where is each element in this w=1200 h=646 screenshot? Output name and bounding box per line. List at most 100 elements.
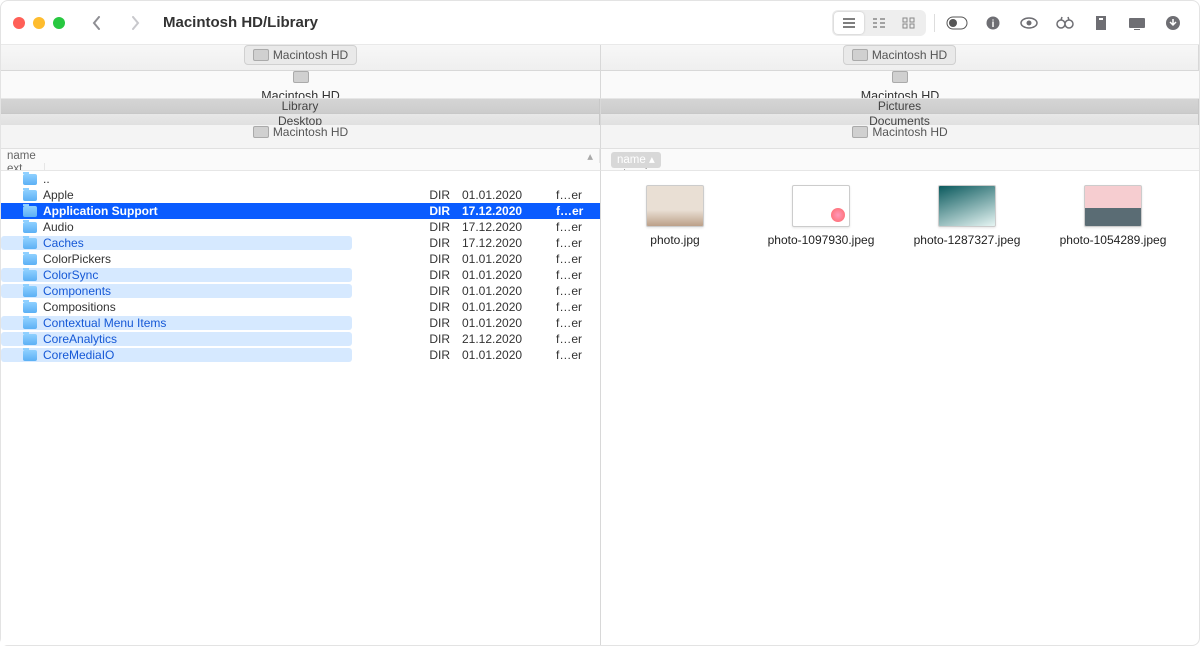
grid-item-label: photo-1287327.jpeg bbox=[914, 233, 1021, 247]
binoculars-icon[interactable] bbox=[1051, 12, 1079, 34]
thumbnail bbox=[938, 185, 996, 227]
view-icons-icon[interactable] bbox=[894, 12, 924, 34]
file-size: DIR bbox=[396, 188, 456, 202]
grid-item[interactable]: photo-1097930.jpeg bbox=[761, 185, 881, 247]
view-list-icon[interactable] bbox=[834, 12, 864, 34]
zoom-window-button[interactable] bbox=[53, 17, 65, 29]
file-row[interactable]: ColorPickersDIR01.01.2020f…er bbox=[1, 251, 600, 267]
drive-rows: Macintosh HD ⌄ 39,58 GB of 121,12 GB fre… bbox=[1, 71, 1199, 99]
file-name: Apple bbox=[43, 188, 74, 202]
location-tab[interactable]: Macintosh HD bbox=[244, 45, 357, 65]
file-kind: f…er bbox=[550, 268, 600, 282]
file-name: Audio bbox=[43, 220, 74, 234]
pane-right: photo.jpg photo-1097930.jpeg photo-1287327… bbox=[601, 171, 1199, 645]
file-kind: f…er bbox=[550, 220, 600, 234]
file-row[interactable]: ComponentsDIR01.01.2020f…er bbox=[1, 283, 600, 299]
grid-item-label: photo-1097930.jpeg bbox=[768, 233, 875, 247]
file-row[interactable]: AppleDIR01.01.2020f…er bbox=[1, 187, 600, 203]
breadcrumb-item[interactable]: Macintosh HD bbox=[253, 125, 348, 139]
file-list[interactable]: ..AppleDIR01.01.2020f…erApplication Supp… bbox=[1, 171, 600, 645]
view-mode-segmented bbox=[832, 10, 926, 36]
terminal-icon[interactable] bbox=[1123, 12, 1151, 34]
col-name[interactable]: name ▴ bbox=[601, 149, 1199, 168]
folder-icon bbox=[23, 286, 37, 297]
file-name: CoreAnalytics bbox=[43, 332, 117, 346]
folder-icon bbox=[23, 254, 37, 265]
hd-icon bbox=[852, 49, 868, 61]
pane-tab[interactable]: Library bbox=[1, 99, 600, 114]
breadcrumb-label: Macintosh HD bbox=[273, 125, 348, 139]
app-window: Macintosh HD/Library i Macintosh HDNetwo… bbox=[0, 0, 1200, 646]
file-size: DIR bbox=[396, 284, 456, 298]
file-row[interactable]: AudioDIR17.12.2020f…er bbox=[1, 219, 600, 235]
drive-name[interactable]: Macintosh HD bbox=[861, 89, 940, 99]
drive-row-right: Macintosh HD ⌄ 39,58 GB of 121,12 GB fre… bbox=[601, 71, 1199, 99]
file-row[interactable]: CachesDIR17.12.2020f…er bbox=[1, 235, 600, 251]
location-tab[interactable]: Macintosh HD bbox=[843, 45, 956, 65]
close-window-button[interactable] bbox=[13, 17, 25, 29]
file-size: DIR bbox=[396, 348, 456, 362]
file-row[interactable]: Contextual Menu ItemsDIR01.01.2020f…er bbox=[1, 315, 600, 331]
download-icon[interactable] bbox=[1159, 12, 1187, 34]
file-row[interactable]: .. bbox=[1, 171, 600, 187]
pane-tab[interactable]: Documents bbox=[601, 114, 1199, 125]
breadcrumb-right: Macintosh HD›Users›dimtrunov›Pictures≡★ bbox=[601, 125, 1199, 149]
file-row[interactable]: CoreAnalytics DIR21.12.2020f…er bbox=[1, 331, 600, 347]
file-name: .. bbox=[43, 172, 50, 186]
folder-icon bbox=[23, 318, 37, 329]
pane-tab[interactable]: Desktop bbox=[1, 114, 600, 125]
file-modified: 21.12.2020 bbox=[456, 332, 550, 346]
drive-name[interactable]: Macintosh HD bbox=[261, 89, 340, 99]
file-modified: 01.01.2020 bbox=[456, 268, 550, 282]
archive-icon[interactable] bbox=[1087, 12, 1115, 34]
view-columns-icon[interactable] bbox=[864, 12, 894, 34]
folder-icon bbox=[23, 190, 37, 201]
drive-row-left: Macintosh HD ⌄ 39,58 GB of 121,12 GB fre… bbox=[1, 71, 601, 99]
file-size: DIR bbox=[396, 220, 456, 234]
hd-icon bbox=[852, 126, 868, 138]
hd-icon bbox=[293, 71, 309, 83]
grid-item[interactable]: photo.jpg bbox=[615, 185, 735, 247]
thumbnail bbox=[1084, 185, 1142, 227]
file-name: ColorSync bbox=[43, 268, 98, 282]
breadcrumb-row: Macintosh HD›Library≡★ Macintosh HD›User… bbox=[1, 125, 1199, 149]
hd-icon bbox=[892, 71, 908, 83]
location-tabs-left: Macintosh HDNetworkProcess Vie bbox=[1, 45, 601, 71]
hd-icon bbox=[253, 49, 269, 61]
file-modified: 01.01.2020 bbox=[456, 348, 550, 362]
file-row[interactable]: CompositionsDIR01.01.2020f…er bbox=[1, 299, 600, 315]
pane-left: ..AppleDIR01.01.2020f…erApplication Supp… bbox=[1, 171, 601, 645]
folder-icon bbox=[23, 206, 37, 217]
col-ext[interactable]: ext bbox=[1, 163, 45, 171]
file-row[interactable]: ColorSync DIR01.01.2020f…er bbox=[1, 267, 600, 283]
file-modified: 01.01.2020 bbox=[456, 252, 550, 266]
file-row[interactable]: CoreMediaIODIR01.01.2020f…er bbox=[1, 347, 600, 363]
thumbnail bbox=[646, 185, 704, 227]
forward-button[interactable] bbox=[121, 9, 149, 37]
file-modified: 01.01.2020 bbox=[456, 188, 550, 202]
grid-item[interactable]: photo-1054289.jpeg bbox=[1053, 185, 1173, 247]
col-name[interactable]: name▴ bbox=[1, 149, 600, 163]
grid-item[interactable]: photo-1287327.jpeg bbox=[907, 185, 1027, 247]
svg-text:i: i bbox=[992, 19, 995, 30]
file-row[interactable]: Application SupportDIR17.12.2020f…er bbox=[1, 203, 600, 219]
pane-tab[interactable]: Pictures bbox=[601, 99, 1199, 114]
breadcrumb-item[interactable]: Macintosh HD bbox=[852, 125, 947, 139]
info-icon[interactable]: i bbox=[979, 12, 1007, 34]
grid-item-label: photo.jpg bbox=[650, 233, 699, 247]
file-kind: f…er bbox=[550, 332, 600, 346]
file-size: DIR bbox=[396, 268, 456, 282]
folder-icon bbox=[23, 334, 37, 345]
preview-icon[interactable] bbox=[1015, 12, 1043, 34]
file-size: DIR bbox=[396, 316, 456, 330]
back-button[interactable] bbox=[83, 9, 111, 37]
folder-icon bbox=[23, 302, 37, 313]
toggle-switch-icon[interactable] bbox=[943, 12, 971, 34]
file-size: DIR bbox=[396, 236, 456, 250]
minimize-window-button[interactable] bbox=[33, 17, 45, 29]
hd-icon bbox=[253, 126, 269, 138]
file-size: DIR bbox=[396, 332, 456, 346]
icon-grid[interactable]: photo.jpg photo-1097930.jpeg photo-1287327… bbox=[601, 171, 1199, 645]
titlebar: Macintosh HD/Library i bbox=[1, 1, 1199, 45]
file-kind: f…er bbox=[550, 236, 600, 250]
